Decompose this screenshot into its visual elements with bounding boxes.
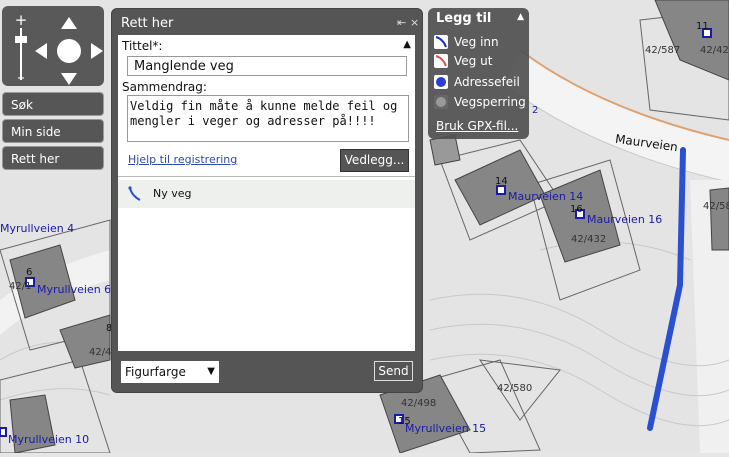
zoom-in-button[interactable]: + <box>13 13 29 28</box>
summary-textarea[interactable]: Veldig fin måte å kunne melde feil og me… <box>127 95 409 142</box>
navigation-control: + – <box>2 6 104 86</box>
parcel-id: 42/580 <box>497 383 533 394</box>
add-item-label: Veg ut <box>454 54 493 68</box>
feature-label: Ny veg <box>153 187 192 200</box>
zoom-out-button[interactable]: – <box>13 70 29 85</box>
parcel-id: 42/427 <box>700 45 729 56</box>
pan-down-arrow-icon[interactable] <box>61 73 77 85</box>
parcel-id: 42/4 <box>89 347 112 358</box>
gpx-file-link[interactable]: Bruk GPX-fil... <box>436 119 518 133</box>
send-button[interactable]: Send <box>374 361 413 381</box>
search-button[interactable]: Søk <box>2 92 104 116</box>
address-label: Myrullveien 4 <box>0 222 75 235</box>
attachment-button[interactable]: Vedlegg... <box>340 149 409 172</box>
address-label: Myrullveien 15 <box>405 422 487 435</box>
add-address-error-button[interactable]: Adressefeil <box>432 74 527 92</box>
road-line-icon <box>128 186 141 201</box>
summary-label: Sammendrag: <box>122 80 207 94</box>
pan-up-arrow-icon[interactable] <box>61 17 77 29</box>
add-road-out-button[interactable]: Veg ut <box>432 53 527 71</box>
close-icon[interactable]: × <box>410 16 419 29</box>
parcel-id: 42/1 <box>9 281 32 292</box>
house-number: 2 <box>532 105 539 116</box>
add-item-label: Veg inn <box>454 35 499 49</box>
add-road-in-button[interactable]: Veg inn <box>432 34 527 52</box>
chevron-down-icon: ▼ <box>207 366 215 377</box>
address-error-icon <box>434 75 448 89</box>
parcel-id: 42/58 <box>703 201 729 212</box>
add-road-block-button[interactable]: Vegsperring <box>432 94 527 112</box>
add-panel: Legg til ▲ Veg inn Veg ut Adressefeil Ve… <box>428 8 529 139</box>
house-number: 6 <box>26 267 33 278</box>
pan-center-icon[interactable] <box>57 39 81 63</box>
add-item-label: Adressefeil <box>454 75 520 89</box>
parcel-id: 42/587 <box>645 45 681 56</box>
title-input[interactable] <box>127 56 407 76</box>
add-panel-title: Legg til <box>436 11 492 26</box>
pan-right-arrow-icon[interactable] <box>91 43 103 59</box>
pan-left-arrow-icon[interactable] <box>35 43 47 59</box>
add-item-label: Vegsperring <box>454 95 526 109</box>
title-label: Tittel*: <box>122 39 163 53</box>
address-label: Maurveien 14 <box>508 190 584 203</box>
house-number: 16 <box>570 204 583 215</box>
address-label: Myrullveien 6 <box>37 283 112 296</box>
panel-body: Tittel*: ▲ Sammendrag: Veldig fin måte å… <box>118 35 415 351</box>
my-page-button[interactable]: Min side <box>2 119 104 143</box>
figure-color-select[interactable]: Figurfarge ▼ <box>121 361 219 383</box>
address-label: Myrullveien 10 <box>8 433 90 446</box>
figure-color-value: Figurfarge <box>125 365 186 379</box>
pan-arrows[interactable] <box>33 15 105 87</box>
collapse-up-icon[interactable]: ▲ <box>517 12 524 22</box>
panel-title: Rett her <box>121 16 174 31</box>
parcel-id: 42/498 <box>401 398 437 409</box>
address-label: Maurveien 16 <box>587 213 663 226</box>
report-button[interactable]: Rett her <box>2 146 104 170</box>
help-registration-link[interactable]: Hjelp til registrering <box>128 153 237 166</box>
road-out-icon <box>434 54 448 68</box>
collapse-up-icon[interactable]: ▲ <box>403 39 411 50</box>
road-block-icon <box>434 95 448 109</box>
feature-list-item[interactable]: Ny veg <box>118 180 415 208</box>
zoom-slider-handle[interactable] <box>15 36 27 43</box>
house-number: 15 <box>398 416 411 427</box>
pin-icon[interactable]: ⇤ <box>397 16 406 29</box>
house-number: 14 <box>495 176 508 187</box>
house-number: 11 <box>696 21 709 32</box>
report-panel: Rett her ⇤ × Tittel*: ▲ Sammendrag: Veld… <box>111 8 423 393</box>
parcel-id: 42/432 <box>571 234 607 245</box>
divider <box>118 176 415 177</box>
road-in-icon <box>434 35 448 49</box>
